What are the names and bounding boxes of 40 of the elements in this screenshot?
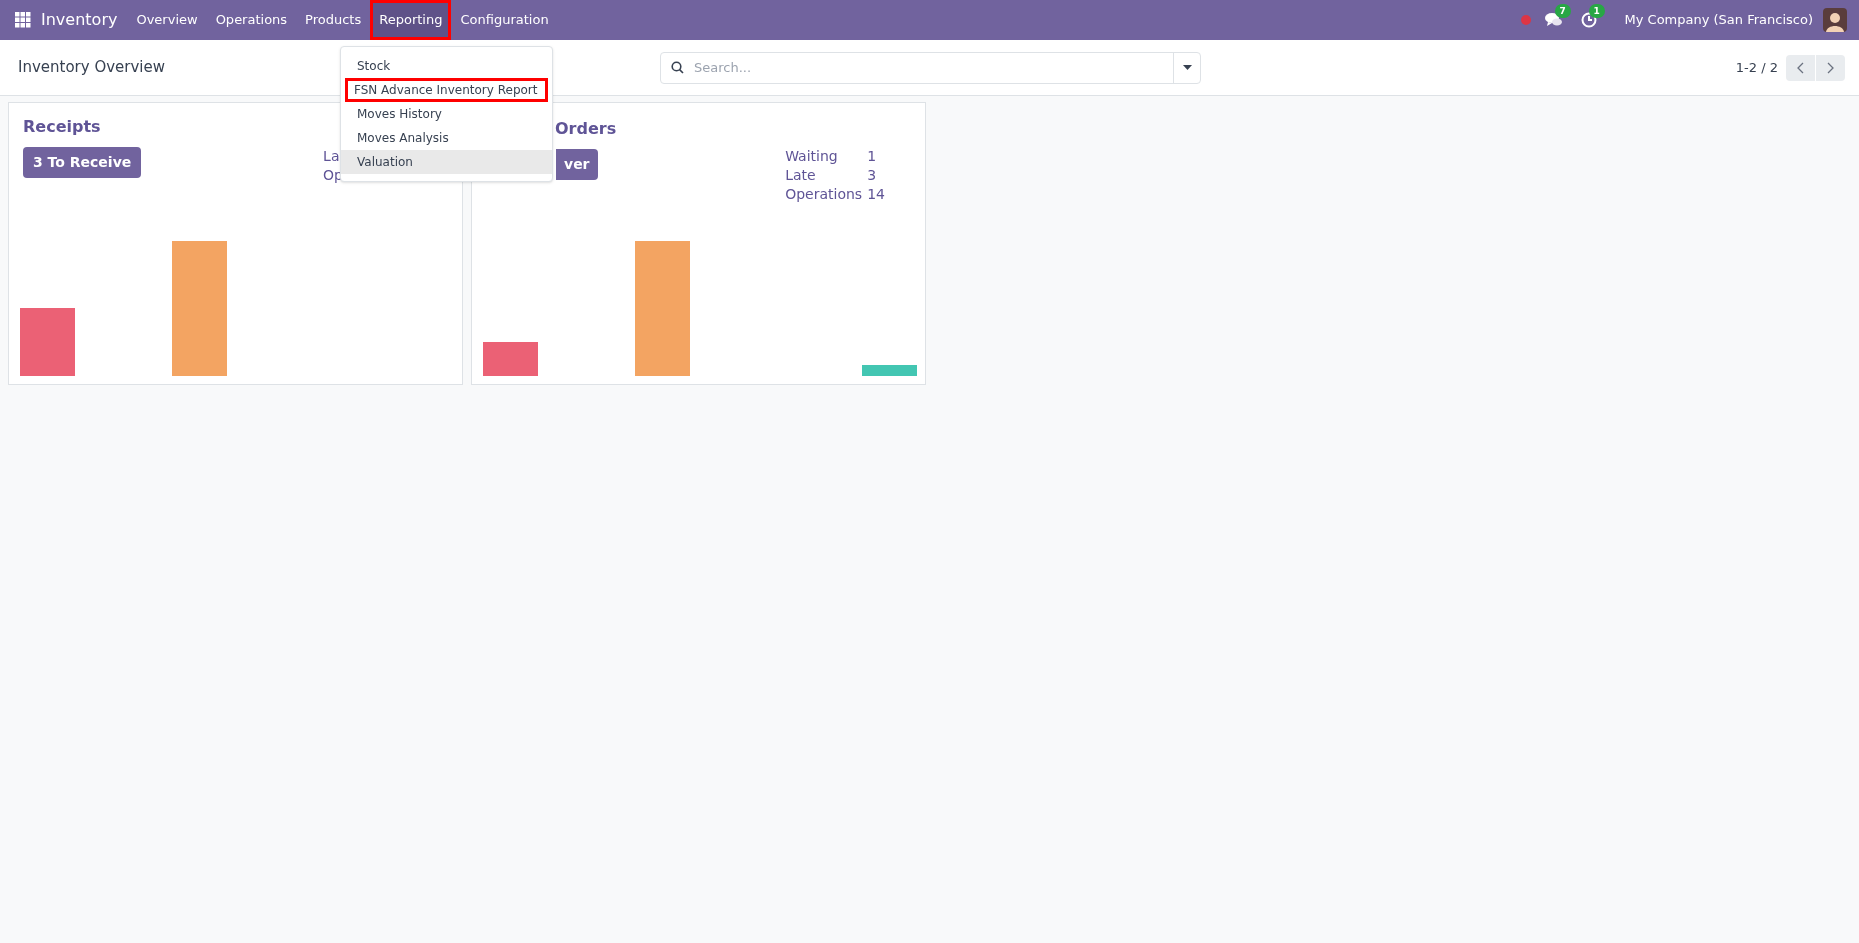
dropdown-menu-item[interactable]: Moves Analysis [341, 126, 552, 150]
search-icon [671, 61, 684, 74]
stat-link[interactable]: Waiting [785, 147, 868, 166]
nav-menu-item[interactable]: Overview [127, 0, 207, 40]
chart-bar [483, 342, 538, 376]
user-avatar-icon[interactable] [1823, 8, 1847, 32]
company-switcher[interactable]: My Company (San Francisco) [1624, 10, 1813, 30]
stat-value: 1 [867, 147, 878, 166]
card-title: Orders [555, 118, 617, 140]
nav-menu-item[interactable]: Reporting [370, 0, 452, 40]
clock-icon[interactable] [1580, 12, 1597, 28]
card-action-button[interactable]: ver [556, 149, 598, 180]
search-field[interactable]: Search... [660, 51, 1201, 84]
pager-value: 1-2 / 2 [1735, 58, 1778, 77]
search-input[interactable]: Search... [694, 57, 1173, 78]
nav-menu-item[interactable]: Products [296, 0, 371, 40]
stat-link[interactable]: La [323, 147, 343, 166]
chevron-left-icon [1797, 61, 1804, 74]
stat-value: 14 [867, 185, 885, 204]
chart-bar [20, 308, 75, 376]
card-action-button[interactable]: 3 To Receive [23, 147, 142, 178]
caret-icon [1182, 65, 1192, 70]
dropdown-menu-item[interactable]: Moves History [341, 102, 552, 126]
card-title: Receipts [23, 116, 101, 138]
message-count-badge: 7 [1554, 4, 1571, 18]
app-name[interactable]: Inventory [41, 8, 118, 32]
chart-bar [862, 365, 917, 376]
dropdown-menu-item[interactable]: FSN Advance Inventory Report [345, 78, 548, 102]
activity-count-badge: 1 [1588, 4, 1605, 18]
page-title: Inventory Overview [18, 57, 166, 79]
stat-link[interactable]: Late [785, 166, 868, 185]
stat-value: 3 [867, 166, 878, 185]
dropdown-menu-item[interactable]: Valuation [341, 150, 552, 174]
chevron-right-icon [1827, 61, 1834, 74]
dropdown-menu-item[interactable]: Stock [341, 54, 552, 78]
chat-icon[interactable] [1544, 12, 1563, 28]
nav-menu-item[interactable]: Operations [206, 0, 297, 40]
apps-grid-icon[interactable] [15, 12, 31, 28]
nav-menu-item[interactable]: Configuration [451, 0, 558, 40]
stat-link[interactable]: Operations [785, 185, 868, 204]
